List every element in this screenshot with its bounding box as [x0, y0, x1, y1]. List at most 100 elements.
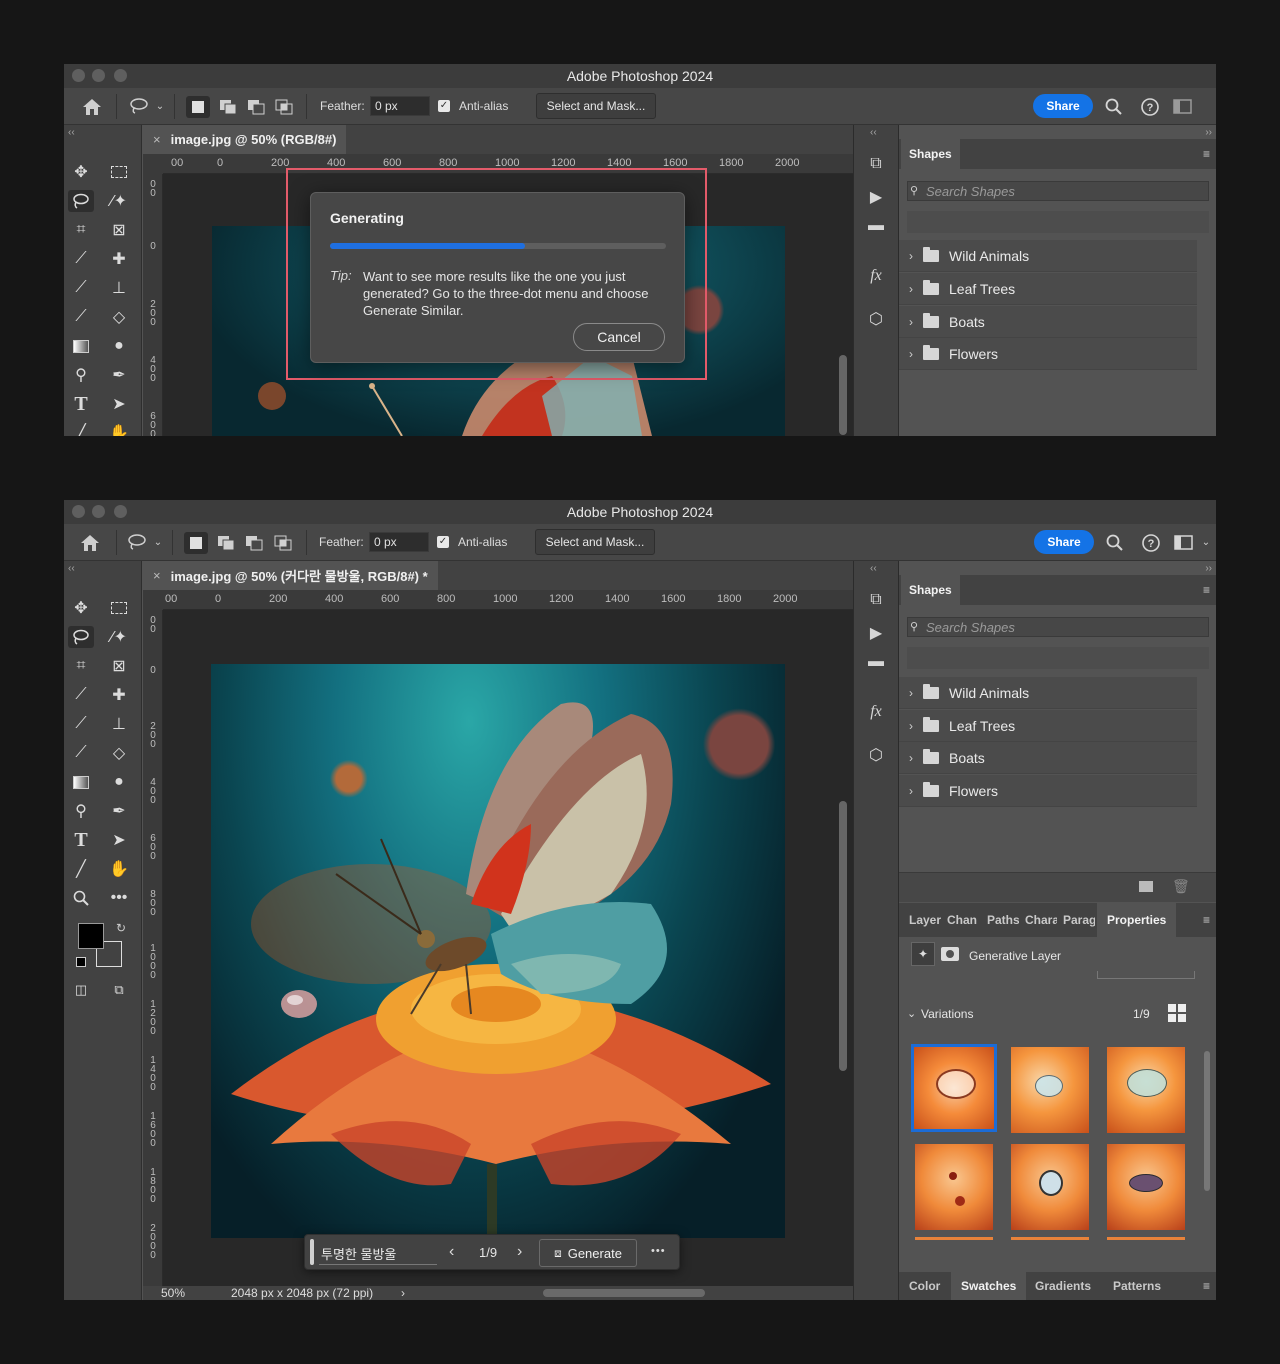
swap-colors-icon[interactable]: ↻: [116, 921, 126, 935]
move-icon[interactable]: ✥: [68, 161, 94, 183]
feather-input[interactable]: 0 px: [369, 532, 429, 552]
antialias-checkbox[interactable]: ✓: [437, 536, 449, 548]
intersect-selection-icon[interactable]: [271, 532, 295, 554]
pen-icon[interactable]: ✒: [106, 800, 132, 822]
chevron-right-icon[interactable]: ›: [899, 347, 923, 361]
next-variation-icon[interactable]: ›: [517, 1243, 522, 1261]
crop-icon[interactable]: ⌗: [68, 219, 94, 241]
subtract-selection-icon[interactable]: [244, 96, 268, 118]
more-icon[interactable]: •••: [106, 887, 132, 909]
search-shapes-input[interactable]: Search Shapes: [907, 181, 1209, 201]
tab-patterns[interactable]: Patterns: [1105, 1272, 1169, 1300]
chevron-right-icon[interactable]: ›: [899, 719, 923, 733]
select-and-mask-button[interactable]: Select and Mask...: [535, 529, 655, 555]
magic-wand-icon[interactable]: ⁄✦: [106, 190, 132, 212]
tab-character[interactable]: Chara: [1019, 903, 1057, 937]
home-icon[interactable]: [80, 96, 104, 118]
horizontal-scrollbar[interactable]: [543, 1289, 705, 1297]
status-chevron-icon[interactable]: ›: [401, 1286, 405, 1300]
folder-row[interactable]: › Leaf Trees: [899, 710, 1197, 742]
type-icon[interactable]: T: [68, 829, 94, 851]
3d-cube-icon[interactable]: ⬡: [854, 309, 898, 329]
tab-shapes[interactable]: Shapes: [901, 139, 960, 169]
prompt-input[interactable]: 투명한 물방울: [319, 1241, 437, 1265]
chevron-down-icon[interactable]: ⌄: [152, 534, 164, 550]
default-colors-icon[interactable]: [76, 957, 86, 967]
tab-layers[interactable]: Layer: [901, 903, 941, 937]
search-icon[interactable]: [1103, 96, 1125, 118]
hand-icon[interactable]: ✋: [106, 422, 132, 436]
chevron-down-icon[interactable]: ⌄: [154, 98, 166, 114]
grid-icon[interactable]: [1168, 1004, 1186, 1022]
lasso-icon[interactable]: [128, 96, 150, 116]
screen-mode-icon[interactable]: ⧉: [106, 979, 132, 1001]
path-select-icon[interactable]: ➤: [106, 393, 132, 415]
lasso-tool-icon[interactable]: [68, 626, 94, 648]
eyedropper-icon[interactable]: ⟋: [68, 248, 94, 270]
eraser-icon[interactable]: ◇: [106, 306, 132, 328]
gradient-icon[interactable]: [68, 335, 94, 357]
folder-row[interactable]: › Wild Animals: [899, 677, 1197, 709]
previous-variation-icon[interactable]: ‹: [449, 1243, 454, 1261]
cancel-button[interactable]: Cancel: [573, 323, 665, 351]
feather-input[interactable]: 0 px: [370, 96, 430, 116]
home-icon[interactable]: [78, 532, 102, 554]
tab-paragraph[interactable]: Parag: [1057, 903, 1095, 937]
path-select-icon[interactable]: ➤: [106, 829, 132, 851]
blur-icon[interactable]: ●: [106, 335, 132, 357]
folder-row[interactable]: › Boats: [899, 742, 1197, 774]
share-button[interactable]: Share: [1033, 94, 1093, 118]
panel-menu-icon[interactable]: ≡: [1203, 147, 1210, 161]
healing-icon[interactable]: ✚: [106, 248, 132, 270]
close-tab-icon[interactable]: ×: [153, 568, 161, 583]
healing-icon[interactable]: ✚: [106, 684, 132, 706]
lasso-tool-icon[interactable]: [68, 190, 94, 212]
close-tab-icon[interactable]: ×: [153, 132, 161, 147]
add-selection-icon[interactable]: [216, 96, 240, 118]
frame-icon[interactable]: ⊠: [106, 655, 132, 677]
chevron-down-icon[interactable]: ⌄: [1200, 534, 1212, 550]
chevron-right-icon[interactable]: ›: [899, 249, 923, 263]
workspace-icon[interactable]: [1172, 96, 1194, 118]
trash-icon[interactable]: 🗑: [1172, 878, 1190, 895]
tab-properties[interactable]: Properties: [1097, 903, 1177, 937]
marquee-icon[interactable]: [106, 161, 132, 183]
help-icon[interactable]: ?: [1140, 532, 1162, 554]
new-selection-icon[interactable]: [184, 532, 208, 554]
eraser-icon[interactable]: ◇: [106, 742, 132, 764]
history-icon[interactable]: ⧉: [854, 155, 898, 173]
chevron-down-icon[interactable]: ⌄: [907, 1007, 916, 1020]
folder-row[interactable]: › Boats: [899, 306, 1197, 338]
share-button[interactable]: Share: [1034, 530, 1094, 554]
3d-cube-icon[interactable]: ⬡: [854, 745, 898, 765]
styles-fx-icon[interactable]: fx: [854, 703, 898, 721]
intersect-selection-icon[interactable]: [272, 96, 296, 118]
variation-thumb[interactable]: [911, 1044, 997, 1132]
variation-thumb[interactable]: [1011, 1144, 1089, 1230]
history-brush-icon[interactable]: ⟋: [68, 306, 94, 328]
stamp-icon[interactable]: ⊥: [106, 277, 132, 299]
dodge-icon[interactable]: ⚲: [68, 800, 94, 822]
magic-wand-icon[interactable]: ⁄✦: [106, 626, 132, 648]
quick-mask-icon[interactable]: ◫: [68, 979, 94, 1001]
new-selection-icon[interactable]: [186, 96, 210, 118]
chevron-right-icon[interactable]: ›: [899, 282, 923, 296]
tab-shapes[interactable]: Shapes: [901, 575, 960, 605]
move-icon[interactable]: ✥: [68, 597, 94, 619]
document-tab[interactable]: × image.jpg @ 50% (커다란 물방울, RGB/8#) *: [143, 561, 438, 590]
frame-icon[interactable]: ⊠: [106, 219, 132, 241]
comments-icon[interactable]: ▬: [854, 217, 898, 235]
panel-menu-icon[interactable]: ≡: [1203, 583, 1210, 597]
gradient-icon[interactable]: [68, 771, 94, 793]
blur-icon[interactable]: ●: [106, 771, 132, 793]
document-tab[interactable]: × image.jpg @ 50% (RGB/8#): [143, 125, 347, 154]
history-brush-icon[interactable]: ⟋: [68, 742, 94, 764]
collapse-icon[interactable]: ‹‹: [68, 127, 75, 138]
history-icon[interactable]: ⧉: [854, 591, 898, 609]
line-icon[interactable]: ╱: [68, 422, 94, 436]
new-folder-icon[interactable]: [1139, 881, 1153, 892]
folder-row[interactable]: › Leaf Trees: [899, 273, 1197, 305]
chevron-right-icon[interactable]: ›: [899, 751, 923, 765]
hand-icon[interactable]: ✋: [106, 858, 132, 880]
marquee-icon[interactable]: [106, 597, 132, 619]
